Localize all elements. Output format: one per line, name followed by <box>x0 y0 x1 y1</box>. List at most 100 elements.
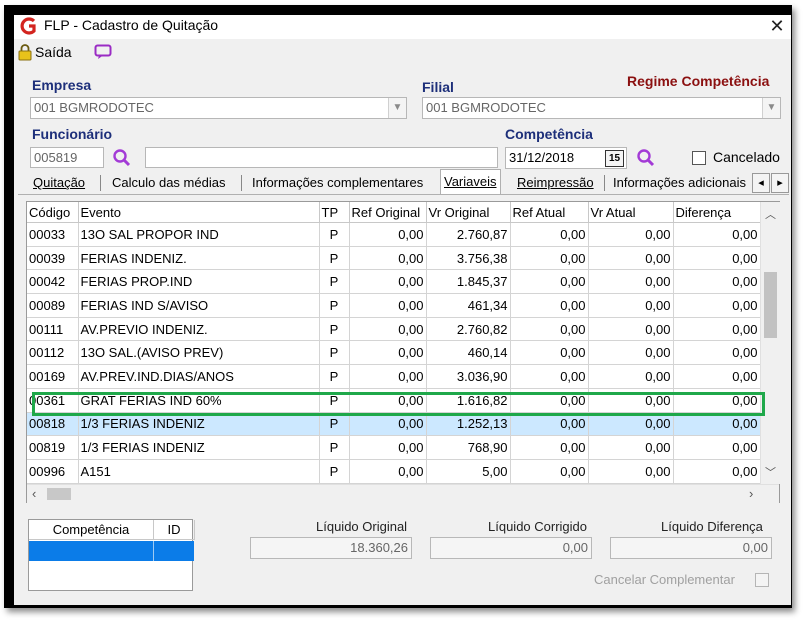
funcionario-name-field[interactable] <box>145 147 498 168</box>
close-button[interactable]: ✕ <box>766 15 788 37</box>
chevron-down-icon[interactable]: ▼ <box>762 98 780 118</box>
horizontal-scrollbar[interactable]: ‹ › <box>27 484 779 503</box>
cell-evento: 1/3 FERIAS INDENIZ <box>78 435 320 460</box>
screenshot-frame: FLP - Cadastro de Quitação ✕ Saída Empre… <box>4 5 792 608</box>
scroll-down-icon[interactable]: ﹀ <box>765 464 776 480</box>
tab-quitacao[interactable]: Quitação <box>33 173 85 193</box>
scroll-right-icon[interactable]: › <box>749 486 753 501</box>
cell-vr-atual: 0,00 <box>588 340 674 366</box>
cancelado-label: Cancelado <box>713 149 780 165</box>
empresa-select[interactable]: 001 BGMRODOTEC ▼ <box>30 97 407 119</box>
column-header-ref-original[interactable]: Ref Original <box>349 202 427 223</box>
mini-column-competencia[interactable]: Competência <box>29 520 154 540</box>
title-bar: FLP - Cadastro de Quitação ✕ <box>14 15 791 39</box>
table-row[interactable]: 00169 AV.PREV.IND.DIAS/ANOS P 0,00 3.036,90 0… <box>27 364 761 389</box>
empresa-label: Empresa <box>32 77 92 93</box>
cell-tp: P <box>319 364 350 389</box>
cancelado-checkbox[interactable] <box>692 151 706 165</box>
cell-ref-atual: 0,00 <box>510 269 589 295</box>
column-header-vr-original[interactable]: Vr Original <box>426 202 511 223</box>
funcionario-code-field[interactable]: 005819 <box>30 147 104 168</box>
tab-scroll-right-icon[interactable]: ▸ <box>771 173 789 193</box>
cell-ref-original: 0,00 <box>349 317 427 342</box>
cell-codigo: 00112 <box>27 340 79 366</box>
window-title: FLP - Cadastro de Quitação <box>44 17 219 33</box>
column-header-ref-atual[interactable]: Ref Atual <box>510 202 589 223</box>
cell-evento: FERIAS INDENIZ. <box>78 246 320 271</box>
scroll-up-icon[interactable]: ︿ <box>765 206 776 222</box>
cell-tp: P <box>319 269 350 295</box>
column-header-vr-atual[interactable]: Vr Atual <box>588 202 674 223</box>
table-row[interactable]: 00112 13O SAL.(AVISO PREV) P 0,00 460,14 0,00… <box>27 340 761 366</box>
liquido-diferenca-label: Líquido Diferença <box>661 519 763 534</box>
vertical-scrollbar[interactable]: ︿ ﹀ <box>760 202 780 484</box>
scroll-thumb[interactable] <box>47 488 71 500</box>
cell-ref-original: 0,00 <box>349 435 427 460</box>
tab-informacoes-complementares[interactable]: Informações complementares <box>252 173 423 193</box>
table-row[interactable]: 00089 FERIAS IND S/AVISO P 0,00 461,34 0,00 0,… <box>27 293 761 318</box>
column-header-tp[interactable]: TP <box>319 202 350 223</box>
tab-informacoes-adicionais[interactable]: Informações adicionais <box>613 173 749 193</box>
calendar-icon[interactable]: 15 <box>605 150 624 167</box>
scroll-thumb[interactable] <box>764 272 777 338</box>
grid-header-row: Código Evento TP Ref Original Vr Origina… <box>27 202 761 223</box>
cell-diferenca: 0,00 <box>673 364 761 389</box>
toolbar: Saída <box>14 39 791 67</box>
cell-evento: FERIAS PROP.IND <box>78 269 320 295</box>
mini-selected-row-id[interactable] <box>154 541 194 561</box>
tab-variaveis[interactable]: Variaveis <box>440 169 501 195</box>
cell-vr-atual: 0,00 <box>588 364 674 389</box>
cell-diferenca: 0,00 <box>673 269 761 295</box>
funcionario-label: Funcionário <box>32 126 113 142</box>
cell-vr-original: 3.036,90 <box>426 364 511 389</box>
search-icon[interactable] <box>112 148 132 168</box>
column-header-diferenca[interactable]: Diferença <box>673 202 761 223</box>
cell-ref-atual: 0,00 <box>510 317 589 342</box>
tab-strip: Quitação Calculo das médias Informações … <box>16 169 791 195</box>
table-row[interactable]: 00039 FERIAS INDENIZ. P 0,00 3.756,38 0,00 0,0… <box>27 246 761 271</box>
table-row[interactable]: 00033 13O SAL PROPOR IND P 0,00 2.760,87 0,00… <box>27 222 761 247</box>
mini-selected-row[interactable] <box>29 541 154 561</box>
competencia-value: 31/12/2018 <box>509 150 575 165</box>
scroll-left-icon[interactable]: ‹ <box>32 486 36 501</box>
tab-calculo-medias[interactable]: Calculo das médias <box>112 173 225 193</box>
filial-select[interactable]: 001 BGMRODOTEC ▼ <box>422 97 781 119</box>
cell-diferenca: 0,00 <box>673 317 761 342</box>
tab-scroll-left-icon[interactable]: ◂ <box>752 173 770 193</box>
table-row[interactable]: 00111 AV.PREVIO INDENIZ. P 0,00 2.760,82 0,00… <box>27 317 761 342</box>
cell-diferenca: 0,00 <box>673 222 761 247</box>
cell-vr-atual: 0,00 <box>588 293 674 318</box>
chevron-down-icon[interactable]: ▼ <box>388 98 406 118</box>
highlight-box <box>32 392 765 416</box>
cell-tp: P <box>319 293 350 318</box>
cell-evento: FERIAS IND S/AVISO <box>78 293 320 318</box>
table-row[interactable]: 00042 FERIAS PROP.IND P 0,00 1.845,37 0,00 0,0… <box>27 269 761 295</box>
table-row[interactable]: 00819 1/3 FERIAS INDENIZ P 0,00 768,90 0,00 0,… <box>27 435 761 460</box>
cell-ref-atual: 0,00 <box>510 364 589 389</box>
cell-codigo: 00169 <box>27 364 79 389</box>
cell-vr-original: 1.845,37 <box>426 269 511 295</box>
column-header-evento[interactable]: Evento <box>78 202 320 223</box>
cell-vr-original: 2.760,87 <box>426 222 511 247</box>
competencia-date-field[interactable]: 31/12/2018 15 <box>505 147 627 169</box>
chat-icon[interactable] <box>94 44 112 60</box>
cell-vr-original: 2.760,82 <box>426 317 511 342</box>
cell-ref-atual: 0,00 <box>510 435 589 460</box>
column-header-codigo[interactable]: Código <box>27 202 79 223</box>
cell-vr-atual: 0,00 <box>588 459 674 484</box>
app-logo-icon <box>20 17 36 35</box>
cancelar-complementar-checkbox[interactable] <box>755 573 769 587</box>
cell-vr-atual: 0,00 <box>588 317 674 342</box>
search-icon[interactable] <box>636 148 656 168</box>
filial-label: Filial <box>422 79 454 95</box>
liquido-diferenca-field: 0,00 <box>610 537 772 559</box>
cell-codigo: 00089 <box>27 293 79 318</box>
tab-reimpressao[interactable]: Reimpressão <box>517 173 594 193</box>
cell-diferenca: 0,00 <box>673 340 761 366</box>
liquido-original-field: 18.360,26 <box>250 537 412 559</box>
table-row[interactable]: 00996 A151 P 0,00 5,00 0,00 0,00 0,00 <box>27 459 761 484</box>
cell-evento: 13O SAL PROPOR IND <box>78 222 320 247</box>
cell-evento: AV.PREVIO INDENIZ. <box>78 317 320 342</box>
mini-column-id[interactable]: ID <box>154 520 195 540</box>
cell-ref-original: 0,00 <box>349 459 427 484</box>
